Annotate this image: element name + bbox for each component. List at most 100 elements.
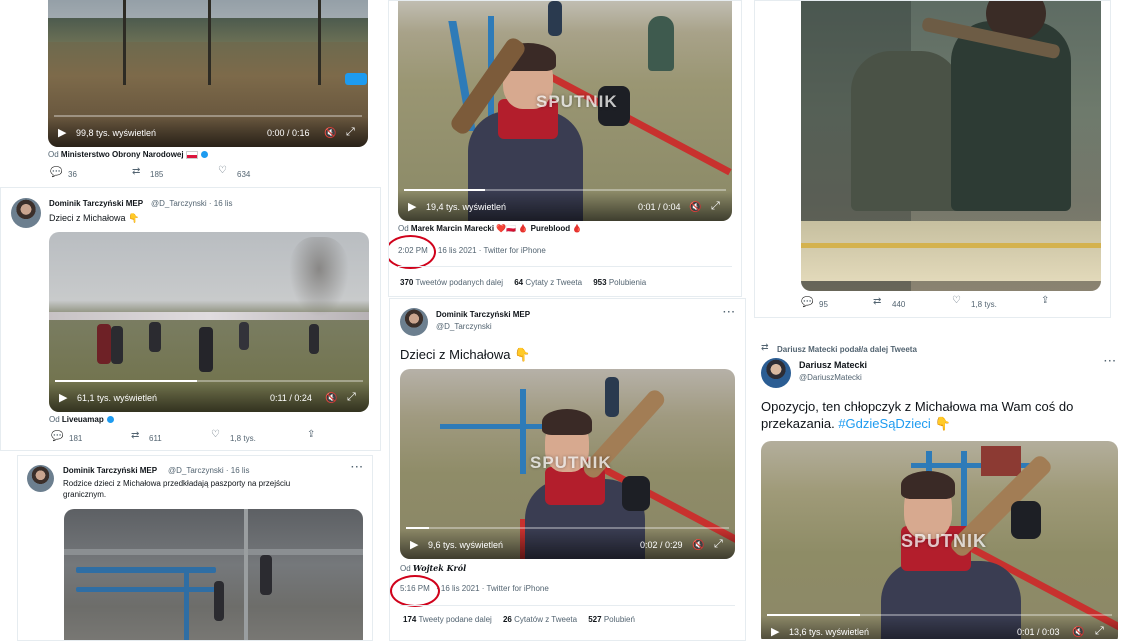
engagement-stats: 174 Tweety podane dalej 26 Cytatów z Twe…	[403, 615, 635, 624]
engagement-stats: 370 Tweetów podanych dalej 64 Cytaty z T…	[400, 278, 647, 287]
hashtag-link[interactable]: #GdzieSąDzieci	[838, 416, 931, 431]
video-player[interactable]: SPUTNIK ▶ 19,4 tys. wyświetleń 0:01 / 0:…	[398, 1, 732, 221]
video-progress-fill	[767, 614, 861, 616]
share-icon[interactable]: ⇪	[1041, 295, 1049, 306]
video-time: 0:02 / 0:29	[640, 540, 683, 550]
avatar[interactable]	[400, 308, 428, 336]
highlight-circle	[390, 575, 440, 607]
author-name[interactable]: Dominik Tarczyński MEP	[436, 310, 530, 319]
tweet-dzieci-2: Dominik Tarczyński MEP @D_Tarczynski ···…	[389, 298, 746, 641]
reply-icon[interactable]: 💬	[51, 431, 63, 442]
retweet-icon[interactable]: ⇄	[132, 166, 140, 177]
highlight-circle	[389, 235, 436, 269]
author-handle[interactable]: @D_Tarczynski	[436, 322, 492, 331]
author-handle[interactable]: @DariuszMatecki	[799, 373, 862, 382]
mute-icon[interactable]: 🔇	[689, 202, 701, 213]
retweet-count: 440	[892, 300, 906, 309]
tweet-text: Dzieci z Michałowa 👇	[400, 347, 531, 362]
view-count: 99,8 tys. wyświetleń	[76, 128, 157, 138]
author-name[interactable]: Dominik Tarczyński MEP	[63, 466, 157, 475]
badge-icon	[345, 73, 367, 85]
more-options-icon[interactable]: ···	[351, 462, 364, 473]
source-account[interactable]: Ministerstwo Obrony Narodowej	[61, 150, 184, 159]
like-icon[interactable]: ♡	[218, 165, 227, 176]
video-player[interactable]	[801, 1, 1101, 291]
video-player[interactable]: ▶ 61,1 tys. wyświetleń 0:11 / 0:24 🔇 ⤢	[49, 232, 369, 412]
fullscreen-icon[interactable]: ⤢	[1095, 625, 1104, 638]
avatar[interactable]	[761, 358, 791, 388]
mute-icon[interactable]: 🔇	[324, 128, 336, 139]
reply-icon[interactable]: 💬	[50, 167, 62, 178]
retweet-icon[interactable]: ⇄	[873, 296, 881, 307]
retweet-count: 611	[149, 434, 162, 443]
tweet-passports: Dominik Tarczyński MEP @D_Tarczynski · 1…	[17, 455, 373, 641]
fullscreen-icon[interactable]: ⤢	[346, 126, 355, 139]
more-options-icon[interactable]: ···	[723, 307, 736, 318]
verified-icon	[200, 151, 208, 159]
fullscreen-icon[interactable]: ⤢	[347, 391, 356, 404]
tweet-mon: ▶ 99,8 tys. wyświetleń 0:00 / 0:16 🔇 ⤢ O…	[0, 0, 380, 187]
retweet-count: 185	[150, 170, 164, 179]
video-progress[interactable]	[54, 115, 362, 117]
source-account[interactable]: Wojtek Król	[413, 563, 466, 573]
tweet-matecki: ⇄ Dariusz Matecki podał/a dalej Tweeta D…	[751, 338, 1130, 639]
video-progress-fill	[55, 380, 197, 382]
watermark: SPUTNIK	[901, 531, 988, 551]
fullscreen-icon[interactable]: ⤢	[711, 200, 720, 213]
video-progress[interactable]	[55, 380, 363, 382]
source-account[interactable]: Liveuamap	[62, 415, 104, 424]
like-icon[interactable]: ♡	[952, 295, 961, 306]
tweet-marecki: SPUTNIK ▶ 19,4 tys. wyświetleń 0:01 / 0:…	[388, 0, 742, 297]
mute-icon[interactable]: 🔇	[325, 393, 337, 404]
avatar[interactable]	[11, 198, 41, 228]
video-player[interactable]: SPUTNIK ▶ 13,6 tys. wyświetleń 0:01 / 0:…	[761, 441, 1118, 639]
video-time: 0:01 / 0:03	[1017, 627, 1060, 637]
author-handle[interactable]: @D_Tarczynski · 16 lis	[168, 466, 249, 475]
mute-icon[interactable]: 🔇	[1072, 627, 1084, 638]
reply-count: 95	[819, 300, 828, 309]
like-count: 634	[237, 170, 251, 179]
play-icon[interactable]: ▶	[59, 391, 67, 404]
like-count: 1,8 tys.	[971, 300, 997, 309]
share-icon[interactable]: ⇪	[307, 429, 315, 440]
author-name[interactable]: Dominik Tarczyński MEP	[49, 199, 143, 208]
video-progress[interactable]	[404, 189, 726, 191]
retweet-icon[interactable]: ⇄	[131, 430, 139, 441]
retweet-icon: ⇄	[761, 342, 769, 352]
watermark: SPUTNIK	[536, 92, 618, 111]
view-count: 9,6 tys. wyświetleń	[428, 540, 504, 550]
video-source: Od Marek Marcin Marecki ❤️🇵🇱 🩸 Pureblood…	[398, 224, 583, 233]
video-source: Od Ministerstwo Obrony Narodowej	[48, 150, 208, 159]
reply-count: 36	[68, 170, 77, 179]
video-progress[interactable]	[767, 614, 1112, 616]
tweet-date-source: · 16 lis 2021 · Twitter for iPhone	[433, 246, 546, 255]
tweet-text-line-1: Rodzice dzieci z Michałowa przedkładają …	[63, 479, 291, 488]
tweet-date-source: · 16 lis 2021 · Twitter for iPhone	[436, 584, 549, 593]
tweet-slingshot: 💬 95 ⇄ 440 ♡ 1,8 tys. ⇪	[754, 0, 1111, 318]
author-name[interactable]: Dariusz Matecki	[799, 360, 867, 370]
video-time: 0:00 / 0:16	[267, 128, 310, 138]
play-icon[interactable]: ▶	[410, 538, 418, 551]
view-count: 61,1 tys. wyświetleń	[77, 393, 158, 403]
video-progress[interactable]	[406, 527, 729, 529]
play-icon[interactable]: ▶	[58, 126, 66, 139]
tweet-text-line-1: Opozycjo, ten chłopczyk z Michałowa ma W…	[761, 399, 1074, 414]
author-handle[interactable]: @D_Tarczynski · 16 lis	[151, 199, 232, 208]
more-options-icon[interactable]: ···	[1104, 356, 1117, 367]
reply-count: 181	[69, 434, 83, 443]
like-icon[interactable]: ♡	[211, 429, 220, 440]
video-player[interactable]: ▶ 99,8 tys. wyświetleń 0:00 / 0:16 🔇 ⤢	[48, 0, 368, 147]
play-icon[interactable]: ▶	[408, 200, 416, 213]
reply-icon[interactable]: 💬	[801, 297, 813, 308]
video-player[interactable]	[64, 509, 363, 640]
video-player[interactable]: SPUTNIK ▶ 9,6 tys. wyświetleń 0:02 / 0:2…	[400, 369, 735, 559]
source-account[interactable]: Marek Marcin Marecki ❤️🇵🇱 🩸 Pureblood 🩸	[411, 224, 582, 233]
view-count: 19,4 tys. wyświetleń	[426, 202, 507, 212]
avatar[interactable]	[27, 465, 54, 492]
fullscreen-icon[interactable]: ⤢	[714, 538, 723, 551]
mute-icon[interactable]: 🔇	[692, 540, 704, 551]
tweet-dzieci-1: Dominik Tarczyński MEP @D_Tarczynski · 1…	[0, 187, 381, 451]
retweeted-by[interactable]: Dariusz Matecki podał/a dalej Tweeta	[777, 345, 917, 354]
tweet-text: Dzieci z Michałowa 👇	[49, 213, 140, 223]
play-icon[interactable]: ▶	[771, 625, 779, 638]
